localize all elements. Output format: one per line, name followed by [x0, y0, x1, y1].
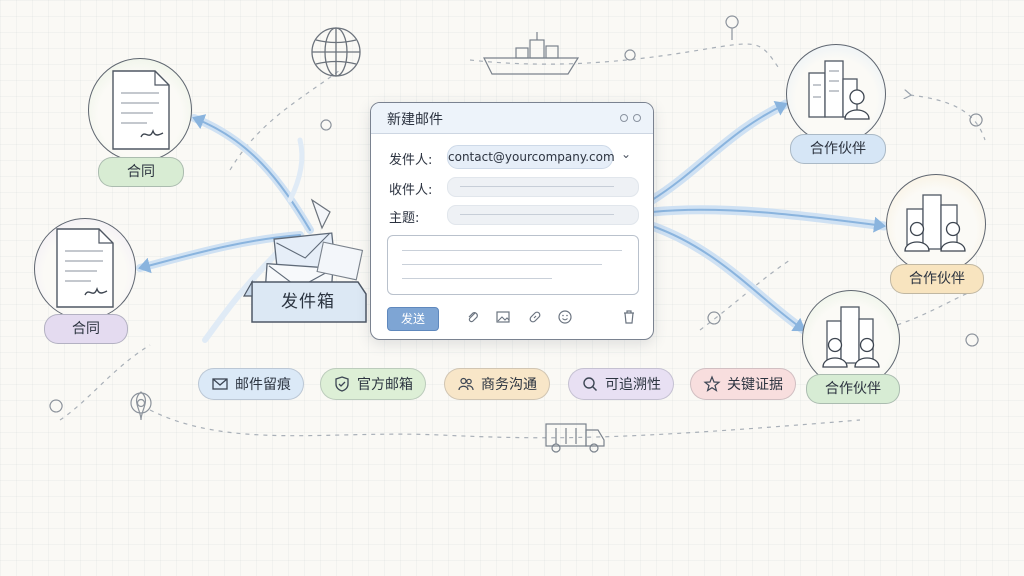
flow-arrow [647, 221, 809, 335]
partner-circle [886, 174, 986, 274]
mail-icon [212, 378, 228, 390]
people-icon [458, 377, 474, 391]
message-body-field[interactable] [387, 235, 639, 295]
feature-chip: 邮件留痕 [198, 368, 304, 400]
feature-label: 关键证据 [727, 377, 783, 393]
trash-icon[interactable] [621, 309, 637, 325]
from-address-select[interactable]: contact@yourcompany.com [447, 145, 615, 169]
compose-window[interactable]: 新建邮件 发件人: contact@yourcompany.com ⌄ 收件人:… [370, 102, 654, 340]
flow-arrow [192, 114, 311, 231]
route-line [910, 95, 986, 141]
flow-arrow [287, 137, 305, 203]
globe-icon [311, 27, 361, 77]
ship-icon [483, 32, 580, 75]
partner-buildings-icon [808, 60, 870, 120]
feature-chip: 关键证据 [690, 368, 796, 400]
contract-document-icon [56, 228, 114, 308]
location-pin-icon [49, 399, 63, 413]
feature-label: 邮件留痕 [235, 377, 291, 393]
shield-icon [335, 376, 349, 392]
attachment-icon[interactable] [465, 309, 481, 325]
subject-field[interactable] [447, 205, 639, 225]
compose-title: 新建邮件 [387, 112, 443, 128]
feature-chip: 官方邮箱 [320, 368, 426, 400]
location-pin-icon [707, 311, 721, 325]
location-pin-icon [969, 113, 983, 127]
compose-header: 新建邮件 [371, 103, 653, 134]
feature-label: 可追溯性 [605, 377, 661, 393]
feature-label: 商务沟通 [481, 377, 537, 393]
partner-buildings-icon [822, 306, 880, 368]
route-line [699, 259, 791, 331]
image-icon[interactable] [495, 309, 511, 325]
route-line [59, 344, 151, 421]
partner-label: 合作伙伴 [890, 264, 984, 294]
link-icon[interactable] [527, 309, 543, 325]
feature-label: 官方邮箱 [357, 377, 413, 393]
emoji-icon[interactable] [557, 309, 573, 325]
location-pin-icon [320, 119, 332, 131]
feature-chip: 商务沟通 [444, 368, 550, 400]
contract-document-icon [112, 70, 170, 150]
outbox-label: 发件箱 [281, 292, 335, 312]
partner-label: 合作伙伴 [806, 374, 900, 404]
from-label: 发件人: [389, 153, 433, 168]
to-field[interactable] [447, 177, 639, 197]
to-label: 收件人: [389, 183, 433, 198]
partner-label: 合作伙伴 [790, 134, 886, 164]
close-icon[interactable] [633, 114, 641, 122]
route-line [149, 409, 861, 439]
contract-circle [34, 218, 136, 320]
contract-label: 合同 [44, 314, 128, 344]
window-controls[interactable] [620, 114, 641, 122]
partner-buildings-icon [904, 194, 966, 252]
contract-circle [88, 58, 192, 162]
minimize-icon[interactable] [620, 114, 628, 122]
location-pin-icon [965, 333, 979, 347]
flow-arrow [190, 114, 314, 234]
subject-label: 主题: [389, 211, 420, 226]
star-icon [703, 375, 721, 392]
contract-label: 合同 [98, 157, 184, 187]
send-button[interactable]: 发送 [387, 307, 439, 331]
partner-circle [786, 44, 886, 144]
feature-chip: 可追溯性 [568, 368, 674, 400]
search-icon [583, 377, 598, 392]
location-pin-icon [624, 49, 636, 61]
chevron-down-icon[interactable]: ⌄ [621, 147, 631, 161]
location-pin-icon [725, 15, 739, 40]
